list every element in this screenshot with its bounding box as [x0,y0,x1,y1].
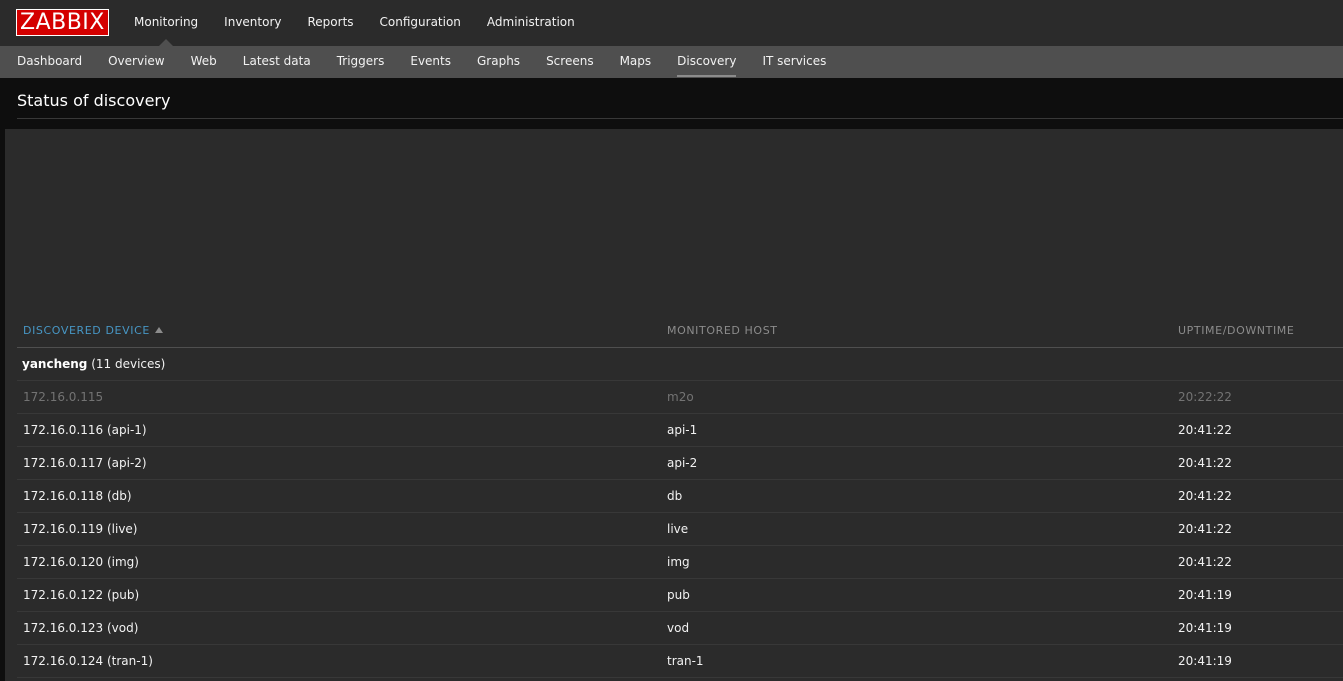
monitored-host-cell: api-2 [667,456,698,470]
main-menu-monitoring[interactable]: Monitoring [121,0,211,46]
table-row: 172.16.0.116 (api-1) api-1 20:41:22 [17,414,1343,447]
discovered-device-cell: 172.16.0.118 (db) [23,489,132,503]
sub-menu-graphs[interactable]: Graphs [464,46,533,78]
table-row: 172.16.0.122 (pub) pub 20:41:19 [17,579,1343,612]
sub-menu-maps[interactable]: Maps [607,46,665,78]
sub-menu-triggers[interactable]: Triggers [324,46,398,78]
table-row: 172.16.0.124 (tran-1) tran-1 20:41:19 [17,645,1343,678]
main-menu: Monitoring Inventory Reports Configurati… [121,0,588,46]
sub-menu-it-services[interactable]: IT services [749,46,839,78]
monitored-host-cell: db [667,489,683,503]
page-title: Status of discovery [17,91,171,110]
column-header-monitored-host: MONITORED HOST [667,324,778,337]
sort-ascending-icon [154,327,163,333]
table-header: DISCOVERED DEVICE MONITORED HOST UPTIME/… [17,315,1343,348]
sub-menu-screens[interactable]: Screens [533,46,607,78]
group-name: yancheng [22,357,88,371]
discovered-device-cell: 172.16.0.120 (img) [23,555,139,569]
header-spacer [0,119,1343,129]
monitored-host-cell: img [667,555,690,569]
uptime-cell: 20:22:22 [1178,390,1232,404]
main-menu-configuration[interactable]: Configuration [367,0,474,46]
monitored-host-cell: m2o [667,390,694,404]
table-row: 172.16.0.120 (img) img 20:41:22 [17,546,1343,579]
device-rows: 172.16.0.115 m2o 20:22:22 172.16.0.116 (api… [17,381,1343,678]
sub-menu-overview[interactable]: Overview [95,46,178,78]
column-header-discovered-device[interactable]: DISCOVERED DEVICE [23,324,163,337]
sub-menu-dashboard[interactable]: Dashboard [4,46,95,78]
sub-menu: Dashboard Overview Web Latest data Trigg… [0,46,1343,78]
discovered-device-cell: 172.16.0.117 (api-2) [23,456,147,470]
column-header-discovered-device-label: DISCOVERED DEVICE [23,324,150,337]
discovered-device-cell: 172.16.0.115 [23,390,104,404]
uptime-cell: 20:41:19 [1178,654,1232,668]
top-navigation-bar: ZABBIX Monitoring Inventory Reports Conf… [0,0,1343,46]
sub-menu-events[interactable]: Events [397,46,464,78]
monitored-host-cell: tran-1 [667,654,704,668]
group-row: yancheng (11 devices) [17,348,1343,381]
table-row: 172.16.0.115 m2o 20:22:22 [17,381,1343,414]
monitored-host-cell: pub [667,588,690,602]
zabbix-logo[interactable]: ZABBIX [16,9,109,36]
monitored-host-cell: vod [667,621,690,635]
discovered-device-cell: 172.16.0.119 (live) [23,522,138,536]
discovered-device-cell: 172.16.0.116 (api-1) [23,423,147,437]
table-row: 172.16.0.119 (live) live 20:41:22 [17,513,1343,546]
table-body: yancheng (11 devices) 172.16.0.115 m2o 20:… [17,348,1343,678]
group-device-count: (11 devices) [91,357,166,371]
sub-menu-web[interactable]: Web [178,46,230,78]
uptime-cell: 20:41:22 [1178,456,1232,470]
uptime-cell: 20:41:22 [1178,555,1232,569]
main-menu-inventory[interactable]: Inventory [211,0,294,46]
uptime-cell: 20:41:22 [1178,423,1232,437]
group-label: yancheng (11 devices) [22,357,165,371]
main-menu-reports[interactable]: Reports [295,0,367,46]
sub-menu-latest-data[interactable]: Latest data [230,46,324,78]
sub-menu-discovery[interactable]: Discovery [664,46,749,78]
monitored-host-cell: api-1 [667,423,698,437]
discovered-device-cell: 172.16.0.124 (tran-1) [23,654,153,668]
uptime-cell: 20:41:19 [1178,621,1232,635]
uptime-cell: 20:41:22 [1178,489,1232,503]
table-row: 172.16.0.123 (vod) vod 20:41:19 [17,612,1343,645]
uptime-cell: 20:41:22 [1178,522,1232,536]
column-header-uptime-downtime: UPTIME/DOWNTIME [1178,324,1295,337]
discovery-panel: DISCOVERED DEVICE MONITORED HOST UPTIME/… [17,129,1343,681]
page-header: Status of discovery [0,78,1343,119]
discovered-device-cell: 172.16.0.122 (pub) [23,588,140,602]
uptime-cell: 20:41:19 [1178,588,1232,602]
main-menu-administration[interactable]: Administration [474,0,588,46]
table-row: 172.16.0.117 (api-2) api-2 20:41:22 [17,447,1343,480]
monitored-host-cell: live [667,522,689,536]
discovered-device-cell: 172.16.0.123 (vod) [23,621,139,635]
table-row: 172.16.0.118 (db) db 20:41:22 [17,480,1343,513]
